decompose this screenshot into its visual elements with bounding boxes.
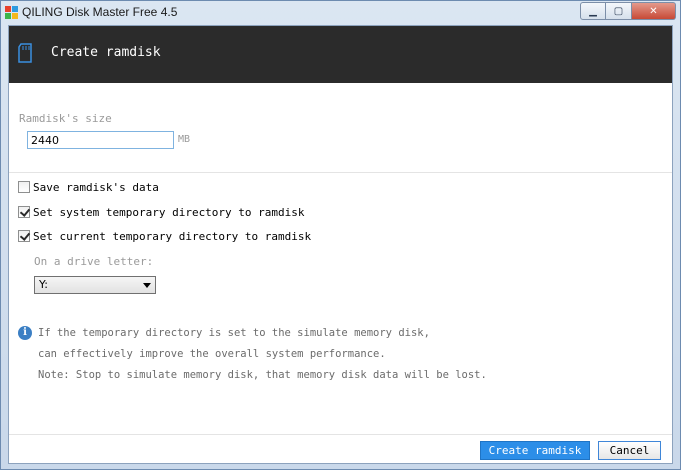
- info-line-1: If the temporary directory is set to the…: [38, 327, 430, 339]
- system-temp-option[interactable]: Set system temporary directory to ramdis…: [18, 205, 305, 219]
- info-line-3: Note: Stop to simulate memory disk, that…: [38, 369, 487, 381]
- window-title: QILING Disk Master Free 4.5: [22, 5, 178, 19]
- close-button[interactable]: ✕: [632, 2, 676, 20]
- info-icon: i: [18, 326, 32, 340]
- chevron-down-icon: [143, 283, 151, 288]
- title-bar[interactable]: QILING Disk Master Free 4.5 ▁ ▢ ✕: [1, 1, 680, 25]
- save-data-option[interactable]: Save ramdisk's data: [18, 180, 159, 194]
- drive-letter-value: Y:: [39, 278, 48, 291]
- current-temp-option[interactable]: Set current temporary directory to ramdi…: [18, 229, 311, 243]
- save-data-checkbox[interactable]: [18, 181, 30, 193]
- divider: [9, 172, 672, 173]
- current-temp-label: Set current temporary directory to ramdi…: [33, 229, 312, 243]
- window-controls: ▁ ▢ ✕: [580, 2, 676, 20]
- system-temp-label: Set system temporary directory to ramdis…: [33, 205, 305, 219]
- system-temp-checkbox[interactable]: [18, 206, 30, 218]
- size-unit-label: MB: [178, 134, 191, 145]
- app-window: QILING Disk Master Free 4.5 ▁ ▢ ✕ Create…: [0, 0, 681, 470]
- sd-card-icon: [18, 43, 32, 63]
- size-label: Ramdisk's size: [19, 112, 112, 125]
- dialog-content: Create ramdisk Ramdisk's size MB Save ra…: [8, 25, 673, 464]
- page-title: Create ramdisk: [51, 45, 161, 60]
- footer-divider: [9, 434, 672, 435]
- drive-letter-select[interactable]: Y:: [34, 276, 156, 294]
- ramdisk-size-input[interactable]: [27, 131, 174, 149]
- info-line-2: can effectively improve the overall syst…: [38, 348, 386, 360]
- dialog-header: Create ramdisk: [9, 26, 672, 83]
- save-data-label: Save ramdisk's data: [33, 180, 159, 194]
- cancel-button[interactable]: Cancel: [598, 441, 661, 460]
- maximize-button[interactable]: ▢: [606, 2, 632, 20]
- current-temp-checkbox[interactable]: [18, 230, 30, 242]
- create-ramdisk-button[interactable]: Create ramdisk: [480, 441, 590, 460]
- minimize-button[interactable]: ▁: [580, 2, 606, 20]
- app-logo-icon: [5, 6, 18, 19]
- drive-letter-label: On a drive letter:: [34, 255, 154, 268]
